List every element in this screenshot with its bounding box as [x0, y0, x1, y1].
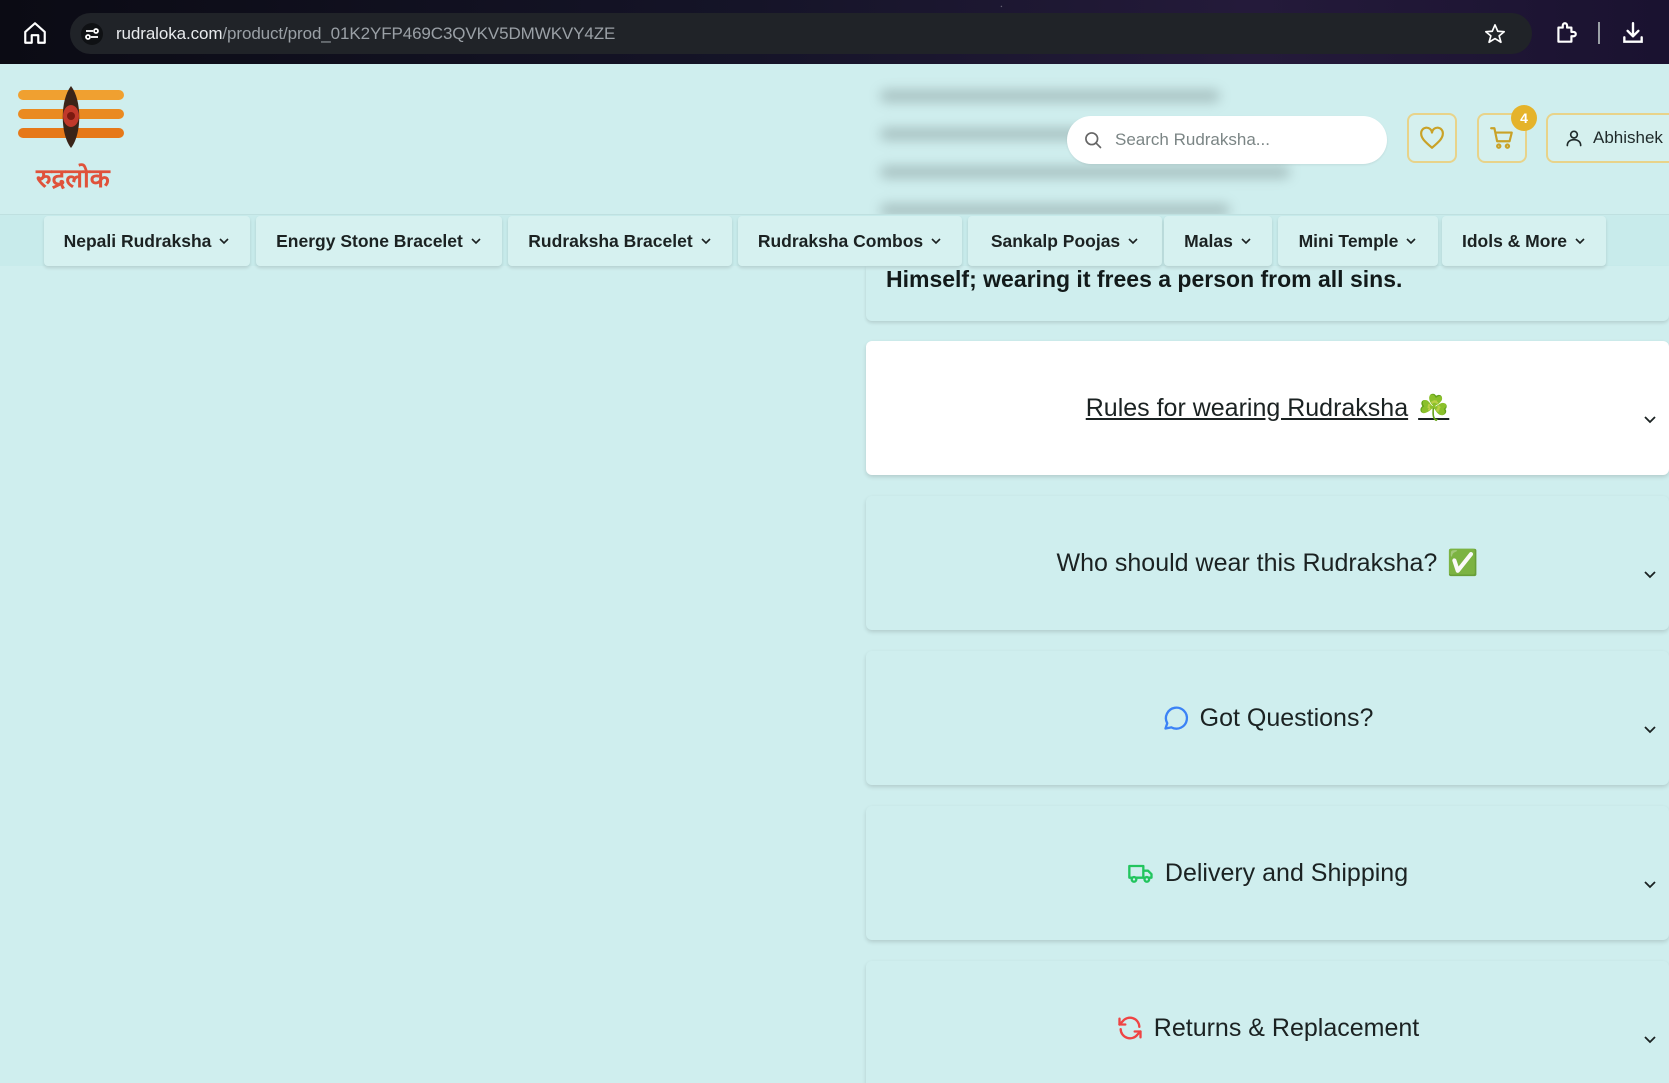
nav-item-label: Mini Temple: [1298, 230, 1399, 251]
chevron-down-icon: [1644, 571, 1656, 579]
nav-item-energy-stone-bracelet[interactable]: Energy Stone Bracelet: [256, 216, 502, 266]
home-icon[interactable]: [22, 20, 48, 46]
shamrock-icon: ☘️: [1418, 393, 1450, 422]
download-icon[interactable]: [1620, 20, 1646, 46]
user-icon: [1566, 130, 1582, 147]
url-domain: rudraloka.com: [116, 23, 223, 43]
chevron-down-icon: [1241, 238, 1251, 245]
accordion-title: Returns & Replacement: [1116, 1014, 1419, 1043]
accordion-title-text: Returns & Replacement: [1153, 1013, 1420, 1042]
chevron-down-icon: [931, 238, 941, 245]
extensions-icon[interactable]: [1553, 20, 1579, 46]
nav-item-sankalp-poojas[interactable]: Sankalp Poojas: [968, 216, 1162, 266]
chevron-down-icon: [1644, 1036, 1656, 1044]
chevron-down-icon: [1644, 726, 1656, 734]
chat-bubble-icon: [1163, 706, 1188, 730]
description-text: Himself; wearing it frees a person from …: [886, 266, 1403, 292]
accordion-delivery-shipping[interactable]: Delivery and Shipping: [866, 806, 1669, 940]
nav-item-label: Sankalp Poojas: [990, 230, 1121, 251]
accordion-got-questions[interactable]: Got Questions?: [866, 651, 1669, 785]
address-bar[interactable]: rudraloka.com/product/prod_01K2YFP469C3Q…: [70, 13, 1532, 54]
wishlist-button[interactable]: [1407, 113, 1457, 163]
accordion-who-should-wear[interactable]: Who should wear this Rudraksha? ✅: [866, 496, 1669, 630]
site-header: रुद्रलोक 4 Abhishek: [0, 64, 1669, 216]
rudraloka-logo[interactable]: [16, 82, 126, 154]
url-text[interactable]: rudraloka.com/product/prod_01K2YFP469C3Q…: [116, 24, 615, 44]
accordion-title[interactable]: Rules for wearing Rudraksha ☘️: [1086, 394, 1450, 423]
cart-icon: [1490, 127, 1513, 149]
search-input[interactable]: [1115, 130, 1365, 150]
search-bar[interactable]: [1067, 116, 1387, 164]
nav-item-rudraksha-combos[interactable]: Rudraksha Combos: [738, 216, 962, 266]
chevron-down-icon: [1406, 238, 1416, 245]
chevron-down-icon: [471, 238, 481, 245]
category-nav: Nepali Rudraksha Energy Stone Bracelet R…: [0, 214, 1669, 266]
browser-toolbar: rudraloka.com/product/prod_01K2YFP469C3Q…: [0, 0, 1669, 64]
cart-count-badge: 4: [1511, 105, 1537, 131]
nav-item-rudraksha-bracelet[interactable]: Rudraksha Bracelet: [508, 216, 732, 266]
accordion-title: Got Questions?: [1162, 703, 1374, 733]
check-mark-icon: ✅: [1447, 548, 1479, 577]
url-path: /product/prod_01K2YFP469C3QVKV5DMWKVY4ZE: [222, 23, 616, 43]
accordion-title-text: Rules for wearing Rudraksha: [1085, 393, 1409, 422]
chevron-down-icon: [219, 238, 229, 245]
accordion-title: Delivery and Shipping: [1127, 859, 1408, 888]
nav-item-label: Rudraksha Bracelet: [528, 230, 693, 251]
accordion-returns-replacement[interactable]: Returns & Replacement: [866, 961, 1669, 1083]
logo-wordmark: रुद्रलोक: [36, 164, 110, 194]
nav-item-mini-temple[interactable]: Mini Temple: [1278, 216, 1438, 266]
accordion-title-text: Delivery and Shipping: [1164, 858, 1409, 887]
search-icon: [1085, 132, 1102, 149]
chevron-down-icon: [1575, 238, 1585, 245]
nav-item-idols-more[interactable]: Idols & More: [1442, 216, 1606, 266]
nav-item-label: Malas: [1184, 230, 1233, 251]
accordion-title-text: Got Questions?: [1199, 703, 1374, 732]
cart-button[interactable]: 4: [1477, 105, 1537, 163]
nav-item-label: Rudraksha Combos: [757, 230, 924, 251]
site-info-icon[interactable]: [80, 22, 104, 46]
chevron-down-icon: [701, 238, 711, 245]
nav-item-label: Nepali Rudraksha: [63, 230, 212, 251]
heart-icon: [1420, 126, 1444, 149]
accordion-rules-wearing[interactable]: Rules for wearing Rudraksha ☘️: [866, 341, 1669, 475]
chevron-down-icon: [1128, 238, 1138, 245]
account-button[interactable]: Abhishek: [1546, 113, 1669, 163]
chevron-down-icon: [1644, 416, 1656, 424]
nav-item-malas[interactable]: Malas: [1164, 216, 1272, 266]
nav-item-label: Idols & More: [1461, 230, 1567, 251]
account-name: Abhishek: [1593, 128, 1663, 147]
nav-item-label: Energy Stone Bracelet: [276, 230, 463, 251]
toolbar-divider: [1598, 22, 1600, 44]
bookmark-star-icon[interactable]: [1484, 23, 1506, 45]
nav-item-nepali-rudraksha[interactable]: Nepali Rudraksha: [44, 216, 250, 266]
truck-icon: [1128, 864, 1153, 883]
chevron-down-icon: [1644, 881, 1656, 889]
accordion-title: Who should wear this Rudraksha? ✅: [1057, 549, 1479, 578]
accordion-title-text: Who should wear this Rudraksha?: [1056, 548, 1438, 577]
refresh-icon: [1118, 1016, 1142, 1040]
